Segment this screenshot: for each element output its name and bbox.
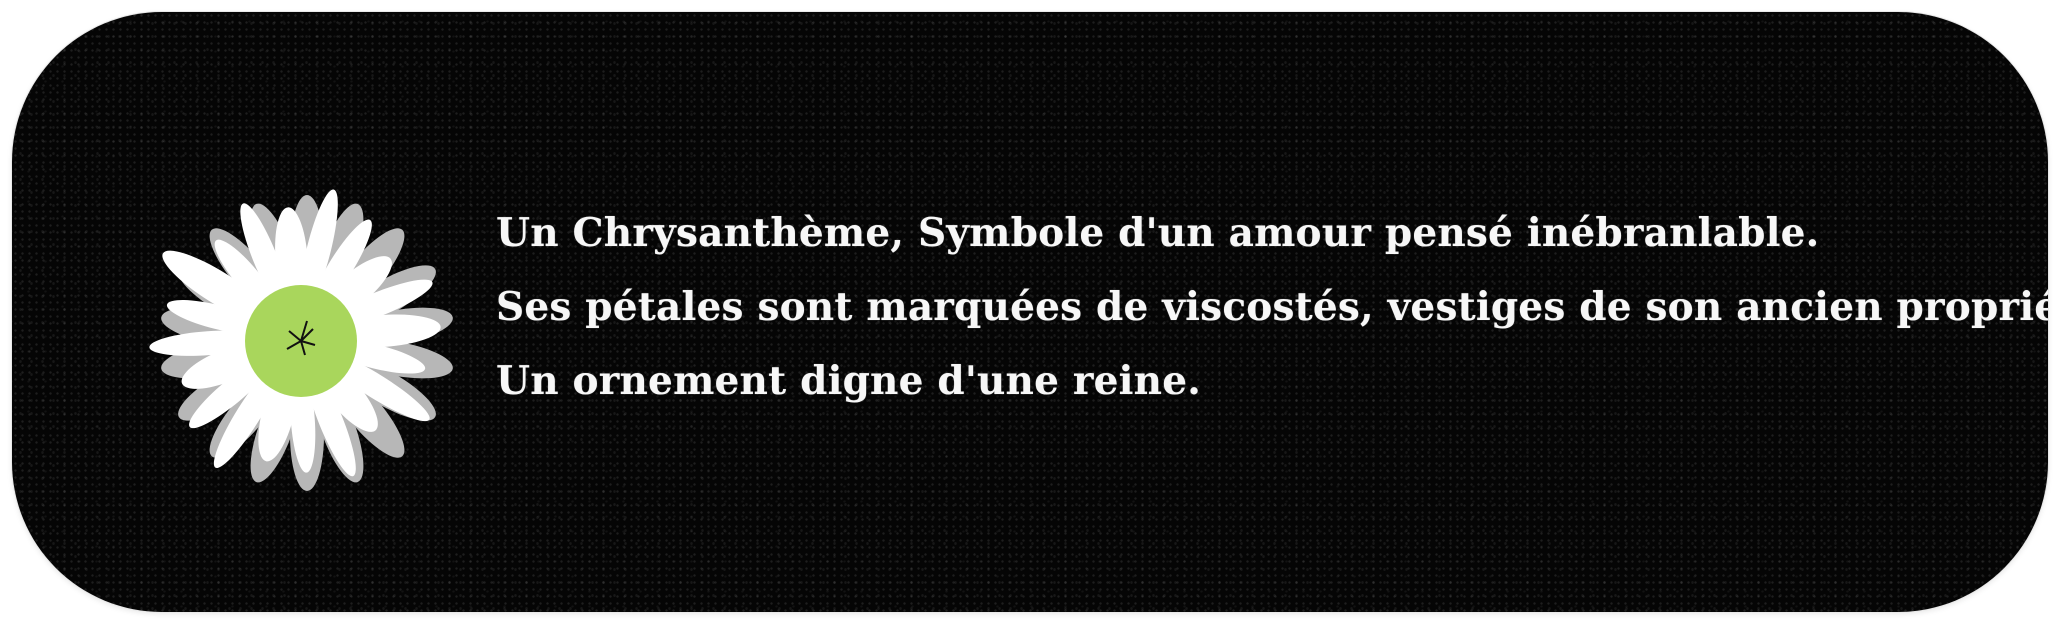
chrysanthemum-icon bbox=[149, 189, 453, 491]
flavor-text-line-2: Ses pétales sont marquées de viscostés, … bbox=[496, 284, 2048, 330]
flavor-text-line-1: Un Chrysanthème, Symbole d'un amour pens… bbox=[496, 210, 1820, 256]
flavor-text-line-3: Un ornement digne d'une reine. bbox=[496, 358, 1202, 404]
flavor-text: Un Chrysanthème, Symbole d'un amour pens… bbox=[496, 196, 2048, 418]
item-description-card: Un Chrysanthème, Symbole d'un amour pens… bbox=[12, 12, 2048, 612]
